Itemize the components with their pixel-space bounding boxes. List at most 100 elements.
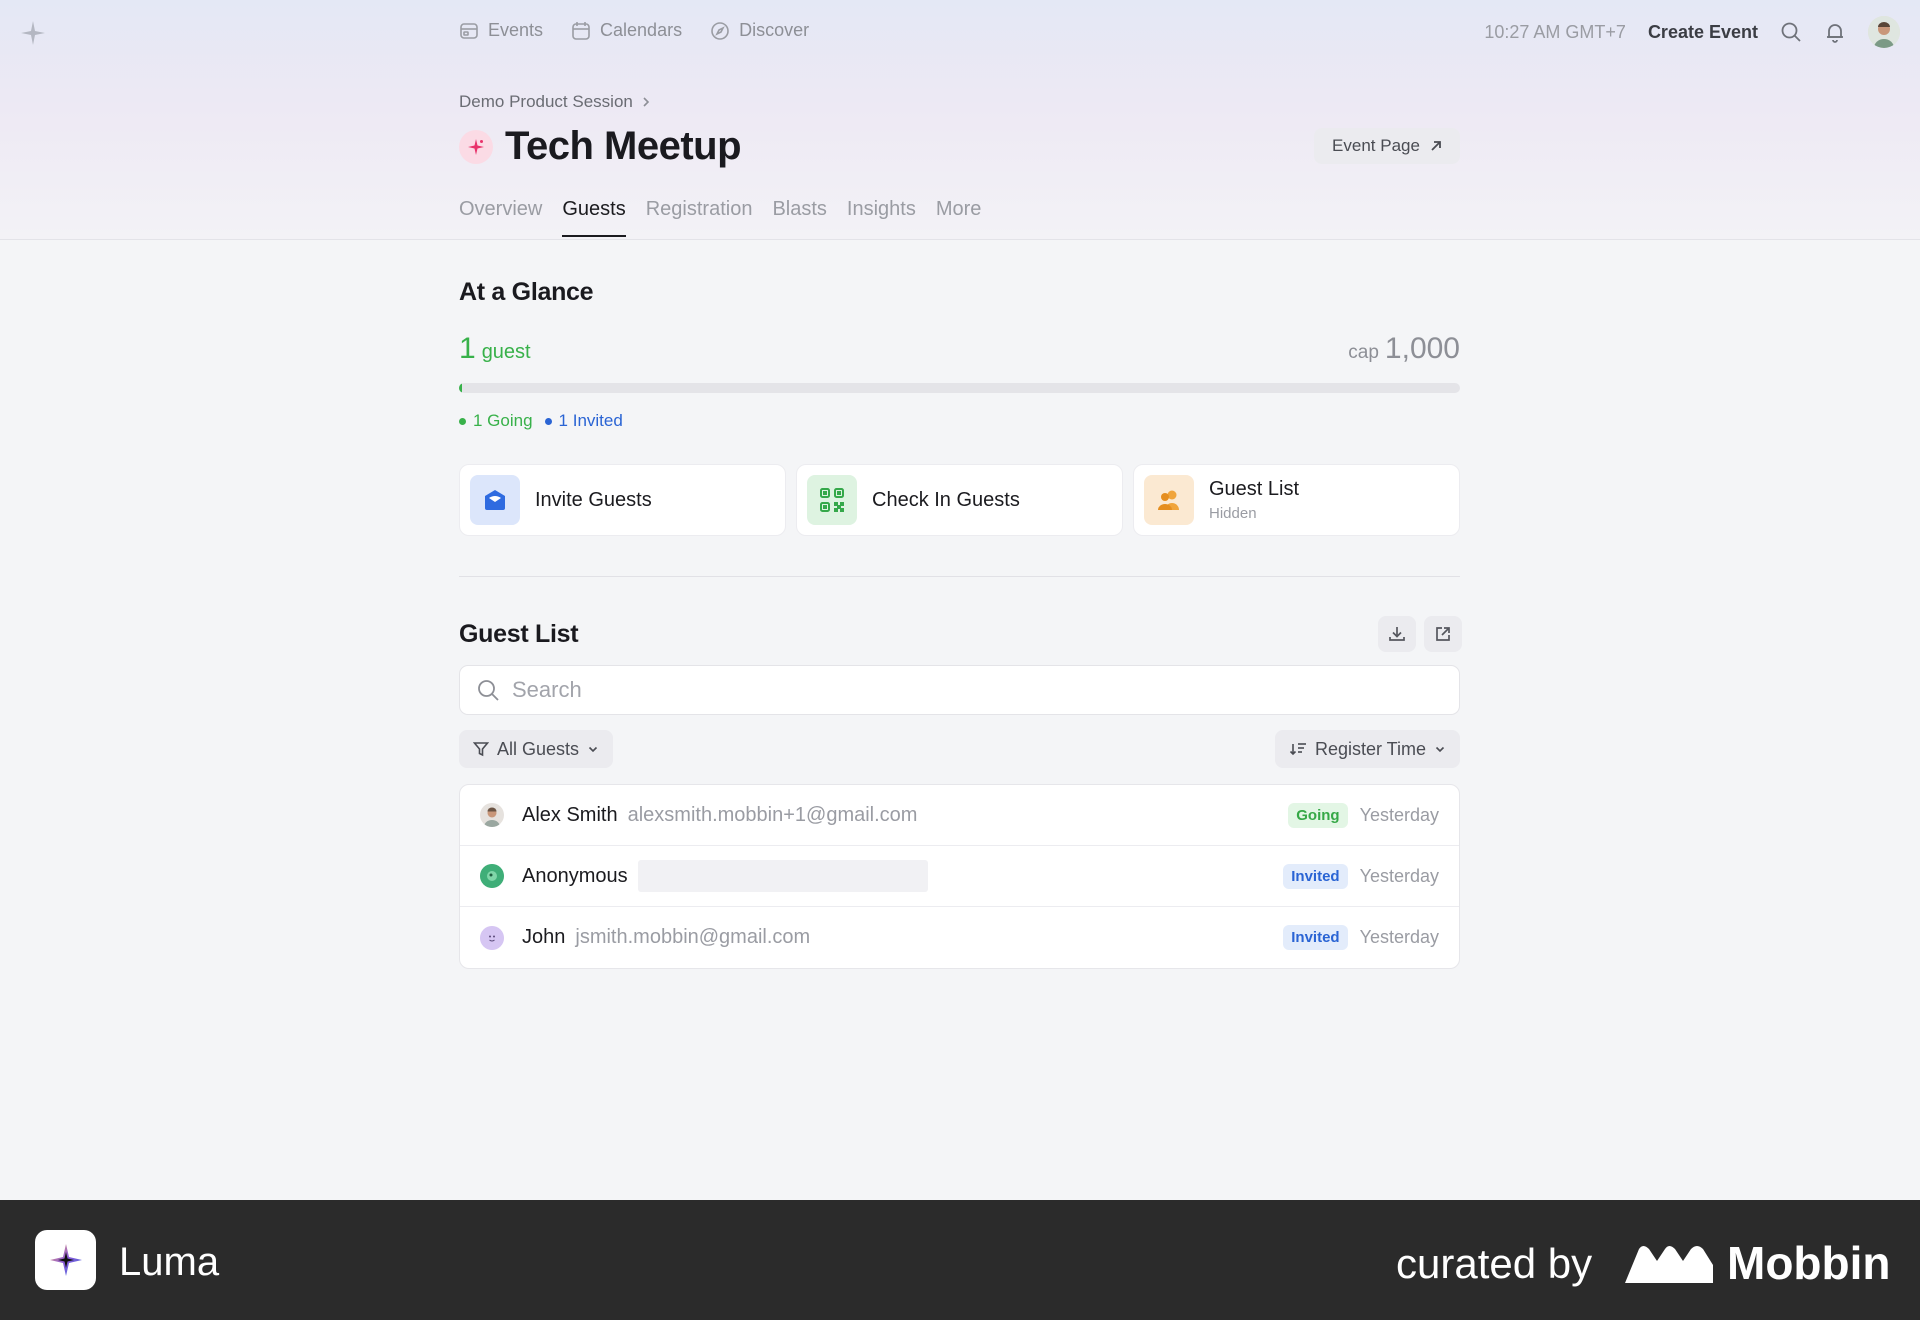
nav-discover[interactable]: Discover <box>710 20 809 41</box>
legend-going: 1 Going <box>459 411 533 431</box>
cap-label: cap <box>1348 342 1379 363</box>
capacity: cap 1,000 <box>1348 332 1460 366</box>
user-avatar-image <box>1868 16 1900 48</box>
create-event-button[interactable]: Create Event <box>1648 22 1758 43</box>
guest-email: jsmith.mobbin@gmail.com <box>575 926 811 948</box>
register-time: Yesterday <box>1359 865 1439 886</box>
open-external-button[interactable] <box>1424 616 1462 652</box>
guest-list-card[interactable]: Guest List Hidden <box>1133 464 1460 536</box>
chevron-right-icon <box>643 97 650 107</box>
luma-star-logo-icon <box>49 1244 82 1276</box>
chevron-down-icon <box>588 746 598 753</box>
check-in-guests-card[interactable]: Check In Guests <box>796 464 1123 536</box>
guest-list-card-label: Guest List <box>1209 478 1300 500</box>
status-badge: Going <box>1288 802 1348 828</box>
guest-list-actions <box>1378 616 1462 652</box>
nav-calendars-label: Calendars <box>600 20 683 40</box>
capacity-progress-fill <box>459 383 462 393</box>
tab-blasts[interactable]: Blasts <box>772 198 826 237</box>
sparkle-icon <box>459 129 493 164</box>
cap-number: 1,000 <box>1384 332 1460 365</box>
external-link-icon <box>1436 627 1450 641</box>
users-icon <box>1144 475 1194 525</box>
bell-icon[interactable] <box>1824 21 1846 43</box>
table-row[interactable]: John jsmith.mobbin@gmail.com Invited Yes… <box>460 907 1459 968</box>
legend-going-label: 1 Going <box>473 411 533 430</box>
table-row[interactable]: Anonymous Invited Yesterday <box>460 846 1459 907</box>
status-badge: Invited <box>1283 925 1348 950</box>
nav-events[interactable]: Events <box>459 20 543 41</box>
tab-more[interactable]: More <box>936 198 982 237</box>
tabs: Overview Guests Registration Blasts Insi… <box>459 198 981 237</box>
breadcrumb[interactable]: Demo Product Session <box>459 92 651 112</box>
filter-label: All Guests <box>497 738 580 759</box>
guest-search <box>459 665 1460 715</box>
nav-calendars[interactable]: Calendars <box>571 20 682 41</box>
top-nav: Events Calendars Discover 10:27 AM GMT+7… <box>0 0 1920 66</box>
mobbin-brand: Mobbin <box>1625 1236 1891 1290</box>
search-input[interactable] <box>512 677 1412 703</box>
guest-name: John <box>522 926 566 948</box>
invite-mail-icon <box>470 475 520 525</box>
sort-icon <box>1289 743 1306 756</box>
guest-avatar <box>480 864 504 888</box>
current-time: 10:27 AM GMT+7 <box>1484 21 1626 42</box>
tab-insights[interactable]: Insights <box>847 198 916 237</box>
register-time: Yesterday <box>1359 804 1439 825</box>
search-icon[interactable] <box>1780 21 1802 43</box>
page-title: Tech Meetup <box>505 124 742 168</box>
chevron-down-icon <box>1435 746 1445 753</box>
download-button[interactable] <box>1378 616 1416 652</box>
action-cards: Invite Guests Check In Guests Guest List <box>459 464 1460 536</box>
register-time: Yesterday <box>1359 927 1439 947</box>
footer-app-name: Luma <box>119 1240 220 1284</box>
guest-count-number: 1 <box>459 332 476 365</box>
invited-dot <box>544 417 552 425</box>
status-badge: Invited <box>1283 863 1348 889</box>
events-icon <box>460 22 478 39</box>
table-row[interactable]: Alex Smith alexsmith.mobbin+1@gmail.com … <box>460 785 1459 846</box>
guest-avatar <box>480 803 504 827</box>
compass-icon <box>711 21 729 40</box>
status-legend: 1 Going 1 Invited <box>459 411 623 431</box>
nav-right: 10:27 AM GMT+7 Create Event <box>1484 16 1900 48</box>
legend-invited: 1 Invited <box>544 411 623 431</box>
tab-guests[interactable]: Guests <box>562 198 626 237</box>
sort-label: Register Time <box>1314 738 1426 759</box>
mobbin-brand-label: Mobbin <box>1727 1237 1891 1289</box>
filter-icon <box>473 742 489 757</box>
guest-count: 1 guest <box>459 332 531 366</box>
redacted-email <box>637 860 928 892</box>
download-icon <box>1389 627 1405 641</box>
guest-name: Anonymous <box>522 864 628 887</box>
sort-dropdown[interactable]: Register Time <box>1274 730 1460 768</box>
breadcrumb-label: Demo Product Session <box>459 92 633 111</box>
nav-events-label: Events <box>488 20 544 40</box>
luma-star-icon[interactable] <box>20 20 46 46</box>
title-row: Tech Meetup <box>459 124 742 169</box>
search-icon <box>478 680 499 701</box>
event-page-button[interactable]: Event Page <box>1314 128 1460 164</box>
user-avatar[interactable] <box>1868 16 1900 48</box>
guest-count-label: guest <box>481 341 531 363</box>
legend-invited-label: 1 Invited <box>558 411 623 430</box>
going-dot <box>459 417 466 425</box>
tab-overview[interactable]: Overview <box>459 198 542 237</box>
guest-list-title: Guest List <box>459 620 579 648</box>
footer-curated-by: curated by <box>1396 1240 1593 1287</box>
guest-table: Alex Smith alexsmith.mobbin+1@gmail.com … <box>459 784 1460 969</box>
footer-banner: Luma curated by Mobbin <box>0 1200 1920 1320</box>
nav-discover-label: Discover <box>739 20 810 40</box>
guest-name: Alex Smith <box>522 803 618 826</box>
guest-list-visibility: Hidden <box>1209 505 1257 522</box>
guest-email: alexsmith.mobbin+1@gmail.com <box>627 803 918 826</box>
arrow-up-right-icon <box>1431 141 1441 151</box>
nav-links: Events Calendars Discover <box>459 20 809 41</box>
invite-guests-card[interactable]: Invite Guests <box>459 464 786 536</box>
section-divider <box>459 576 1460 577</box>
guest-avatar <box>480 925 504 950</box>
filter-dropdown[interactable]: All Guests <box>459 730 614 768</box>
capacity-progress-bar <box>459 383 1460 393</box>
tab-registration[interactable]: Registration <box>646 198 753 237</box>
mobbin-logo-icon <box>1625 1246 1713 1283</box>
